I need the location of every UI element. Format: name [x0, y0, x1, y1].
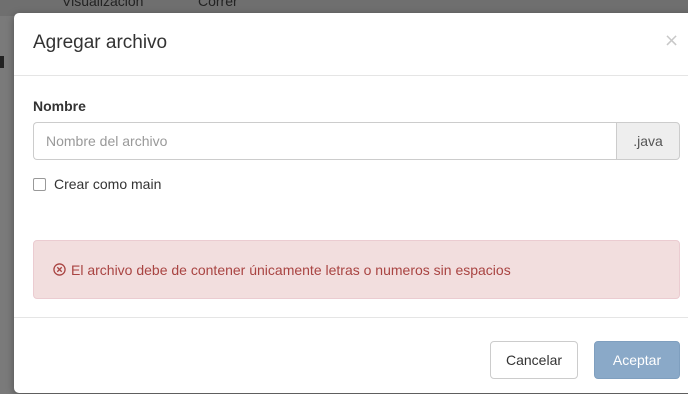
create-as-main-label[interactable]: Crear como main [54, 176, 161, 192]
dialog-body: Nombre .java Crear como main El archivo … [14, 76, 688, 318]
dialog-header: Agregar archivo × [14, 13, 688, 76]
background-edge [0, 56, 4, 68]
background-menu-correr: Correr [198, 0, 238, 9]
name-label: Nombre [33, 98, 86, 114]
accept-button[interactable]: Aceptar [594, 341, 680, 379]
filename-input-group: .java [33, 122, 680, 160]
cancel-button[interactable]: Cancelar [490, 341, 578, 379]
main-checkbox-row[interactable]: Crear como main [33, 176, 161, 192]
dialog-footer: Cancelar Aceptar [14, 318, 688, 392]
error-message: El archivo debe de contener únicamente l… [71, 261, 511, 278]
add-file-dialog: Agregar archivo × Nombre .java Crear com… [14, 13, 688, 393]
create-as-main-checkbox[interactable] [33, 177, 46, 191]
circle-x-icon [53, 263, 66, 276]
dialog-title: Agregar archivo [33, 32, 168, 53]
filename-input[interactable] [33, 122, 616, 160]
background-menu-visualizacion: Visualización [62, 0, 144, 9]
extension-addon: .java [616, 122, 680, 160]
close-button[interactable]: × [664, 32, 679, 50]
error-alert: El archivo debe de contener únicamente l… [33, 240, 680, 299]
